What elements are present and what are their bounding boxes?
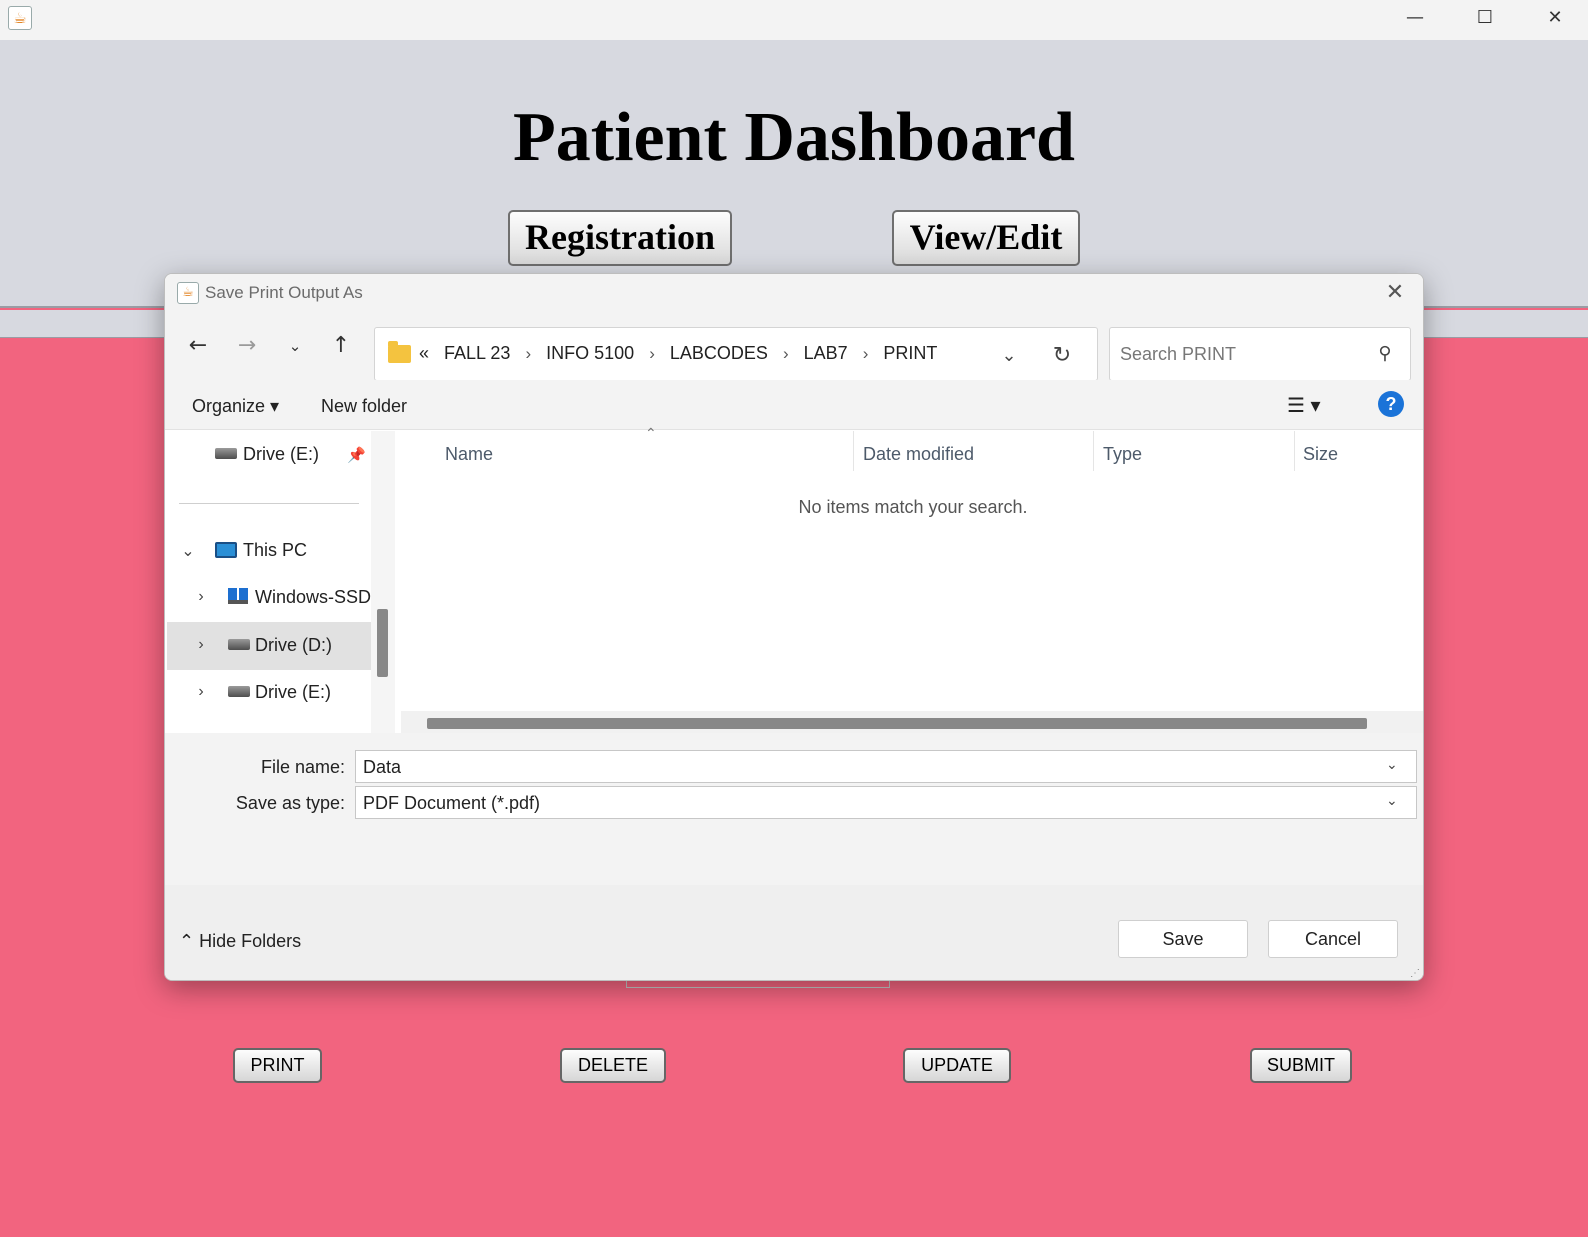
view-options-icon[interactable]: ☰ ▾ <box>1287 394 1335 418</box>
tree-item-drive-e[interactable]: › Drive (E:) <box>165 669 373 717</box>
print-button[interactable]: PRINT <box>233 1048 322 1083</box>
breadcrumb: « FALL 23 › INFO 5100 › LABCODES › LAB7 … <box>419 343 947 364</box>
page-title: Patient Dashboard <box>513 99 1075 176</box>
tree-item-label: Drive (E:) <box>243 444 319 464</box>
tree-item-label: Drive (E:) <box>255 682 331 702</box>
window-titlebar: ☕ — ☐ ✕ <box>0 0 1588 40</box>
column-header-date-modified[interactable]: Date modified <box>863 444 974 465</box>
column-header-type[interactable]: Type <box>1103 444 1142 465</box>
file-name-field[interactable]: Data ⌄ <box>355 750 1417 783</box>
pin-icon: 📌 <box>347 447 366 464</box>
column-header-size[interactable]: Size <box>1303 444 1338 465</box>
file-list: ⌃ Name Date modified Type Size No items … <box>401 425 1423 733</box>
drive-icon <box>215 448 237 459</box>
scrollbar-thumb[interactable] <box>377 609 388 677</box>
tree-item-this-pc[interactable]: ⌄ This PC <box>165 527 373 575</box>
windows-drive-icon <box>228 588 248 604</box>
java-icon: ☕ <box>177 282 199 304</box>
command-bar: Organize ▾ New folder ☰ ▾ ? <box>165 380 1423 430</box>
dialog-close-button[interactable]: ✕ <box>1377 278 1413 308</box>
breadcrumb-labcodes[interactable]: LABCODES <box>670 343 768 363</box>
help-icon[interactable]: ? <box>1378 391 1404 417</box>
search-icon[interactable]: ⚲ <box>1372 340 1398 366</box>
navigation-scrollbar[interactable] <box>371 431 395 733</box>
folder-icon <box>388 341 411 363</box>
search-input[interactable]: Search PRINT ⚲ <box>1109 327 1411 381</box>
breadcrumb-overflow[interactable]: « <box>419 343 429 363</box>
view-edit-button[interactable]: View/Edit <box>892 210 1080 266</box>
tree-item-windows-ssd[interactable]: › Windows-SSD <box>165 574 373 622</box>
search-placeholder: Search PRINT <box>1120 344 1237 364</box>
registration-button[interactable]: Registration <box>508 210 732 266</box>
minimize-button[interactable]: — <box>1380 0 1450 36</box>
submit-button[interactable]: SUBMIT <box>1250 1048 1352 1083</box>
breadcrumb-info-5100[interactable]: INFO 5100 <box>546 343 634 363</box>
file-name-label: File name: <box>260 757 345 777</box>
dialog-footer: ⌃ Hide Folders Save Cancel ⋰ <box>165 885 1423 980</box>
file-name-value: Data <box>363 757 402 777</box>
organize-menu[interactable]: Organize ▾ <box>192 396 279 417</box>
drive-icon <box>228 639 250 650</box>
save-form: File name: Data ⌄ Save as type: PDF Docu… <box>165 733 1423 885</box>
drive-icon <box>228 686 250 697</box>
column-header-name[interactable]: Name <box>445 444 493 465</box>
scrollbar-thumb[interactable] <box>427 718 1367 729</box>
save-dialog: ☕ Save Print Output As ✕ ← → ⌄ ↑ « FALL … <box>164 273 1424 981</box>
refresh-icon[interactable]: ↻ <box>1047 340 1077 370</box>
chevron-right-icon[interactable]: › <box>783 344 789 363</box>
navigation-pane: Drive (E:) 📌 ⌄ This PC › Windows-SSD › D… <box>165 431 395 733</box>
column-divider[interactable] <box>853 431 854 471</box>
tree-item-pinned-drive-e[interactable]: Drive (E:) 📌 <box>165 431 373 479</box>
update-button[interactable]: UPDATE <box>903 1048 1011 1083</box>
empty-message: No items match your search. <box>798 497 1028 517</box>
recent-locations-chevron-icon[interactable]: ⌄ <box>279 330 311 362</box>
hide-folders-toggle[interactable]: ⌃ Hide Folders <box>179 931 301 952</box>
save-as-type-value: PDF Document (*.pdf) <box>363 793 541 813</box>
up-arrow-icon[interactable]: ↑ <box>325 330 357 362</box>
maximize-button[interactable]: ☐ <box>1450 0 1520 36</box>
breadcrumb-lab7[interactable]: LAB7 <box>804 343 848 363</box>
back-arrow-icon[interactable]: ← <box>182 330 214 362</box>
save-as-type-label: Save as type: <box>235 793 345 813</box>
close-button[interactable]: ✕ <box>1520 0 1588 36</box>
tree-divider <box>179 503 359 504</box>
delete-button[interactable]: DELETE <box>560 1048 666 1083</box>
column-divider[interactable] <box>1093 431 1094 471</box>
chevron-down-icon[interactable]: ⌄ <box>995 342 1023 368</box>
resize-grip-icon[interactable]: ⋰ <box>1410 968 1420 979</box>
chevron-right-icon[interactable]: › <box>192 588 210 606</box>
column-divider[interactable] <box>1294 431 1295 471</box>
java-icon: ☕ <box>8 6 32 30</box>
chevron-down-icon[interactable]: ⌄ <box>1386 792 1398 809</box>
sort-ascending-icon: ⌃ <box>645 425 657 441</box>
breadcrumb-print[interactable]: PRINT <box>883 343 937 363</box>
chevron-right-icon[interactable]: › <box>863 344 869 363</box>
tree-item-drive-d[interactable]: › Drive (D:) <box>167 622 375 670</box>
cancel-button[interactable]: Cancel <box>1268 920 1398 958</box>
save-button[interactable]: Save <box>1118 920 1248 958</box>
tree-item-label: Drive (D:) <box>255 635 332 655</box>
chevron-down-icon[interactable]: ⌄ <box>179 541 197 561</box>
save-as-type-select[interactable]: PDF Document (*.pdf) ⌄ <box>355 786 1417 819</box>
chevron-right-icon[interactable]: › <box>192 683 210 701</box>
chevron-down-icon[interactable]: ⌄ <box>1386 756 1398 773</box>
dialog-titlebar: ☕ Save Print Output As ✕ <box>165 274 1423 312</box>
tree-item-label: Windows-SSD <box>255 587 372 607</box>
tree-item-label: This PC <box>243 540 308 560</box>
forward-arrow-icon[interactable]: → <box>231 330 263 362</box>
chevron-right-icon[interactable]: › <box>649 344 655 363</box>
new-folder-button[interactable]: New folder <box>321 396 407 417</box>
chevron-right-icon[interactable]: › <box>525 344 531 363</box>
breadcrumb-fall-23[interactable]: FALL 23 <box>444 343 510 363</box>
dialog-title: Save Print Output As <box>205 283 363 302</box>
computer-icon <box>215 542 237 558</box>
address-bar[interactable]: « FALL 23 › INFO 5100 › LABCODES › LAB7 … <box>374 327 1098 381</box>
horizontal-scrollbar[interactable] <box>401 711 1423 733</box>
chevron-right-icon[interactable]: › <box>192 636 210 654</box>
navigation-row: ← → ⌄ ↑ « FALL 23 › INFO 5100 › LABCODES… <box>165 312 1423 381</box>
